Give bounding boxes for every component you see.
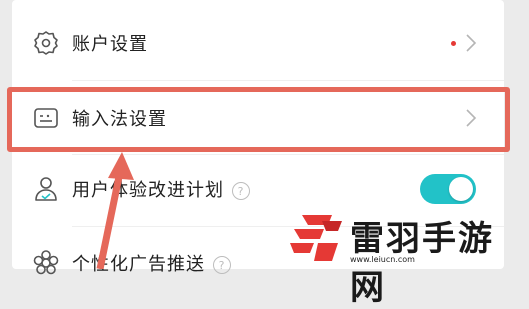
watermark-logo-icon: [290, 215, 342, 261]
watermark: 雷羽手游网 www.leiucn.com: [284, 205, 524, 308]
watermark-url: www.leiucn.com: [350, 255, 415, 264]
